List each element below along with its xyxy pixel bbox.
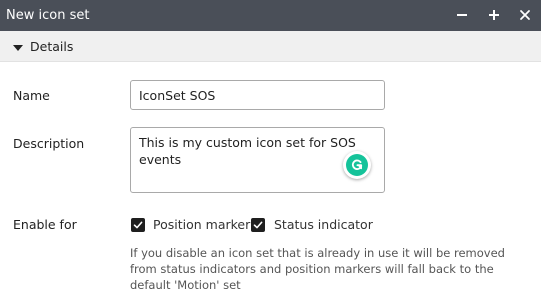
status-indicator-checkbox[interactable] [251, 218, 265, 232]
grammar-assistant-icon [346, 154, 368, 176]
name-label: Name [13, 88, 50, 103]
maximize-button[interactable] [484, 5, 504, 25]
help-text-line: If you disable an icon set that is alrea… [130, 246, 505, 260]
status-indicator-label[interactable]: Status indicator [274, 217, 373, 233]
name-input[interactable] [130, 80, 385, 110]
details-section-toggle[interactable]: Details [0, 31, 541, 62]
details-section-label: Details [30, 39, 74, 54]
minimize-button[interactable] [452, 5, 472, 25]
enable-for-label: Enable for [13, 217, 77, 232]
position-marker-label[interactable]: Position marker [153, 217, 250, 233]
help-text-line: from status indicators and position mark… [130, 262, 494, 276]
window-titlebar: New icon set [0, 0, 541, 31]
close-button[interactable] [515, 5, 535, 25]
close-icon [520, 10, 530, 20]
description-label: Description [13, 136, 85, 151]
window-title: New icon set [6, 8, 90, 23]
help-text-line: default 'Motion' set [130, 278, 241, 292]
checkmark-icon [253, 221, 263, 229]
minus-icon [457, 14, 467, 16]
position-marker-checkbox[interactable] [131, 218, 145, 232]
plus-icon [489, 10, 499, 20]
caret-down-icon [13, 45, 23, 51]
checkmark-icon [133, 221, 143, 229]
enable-for-help-text: If you disable an icon set that is alrea… [130, 245, 530, 293]
grammar-assistant-button[interactable] [343, 151, 371, 179]
